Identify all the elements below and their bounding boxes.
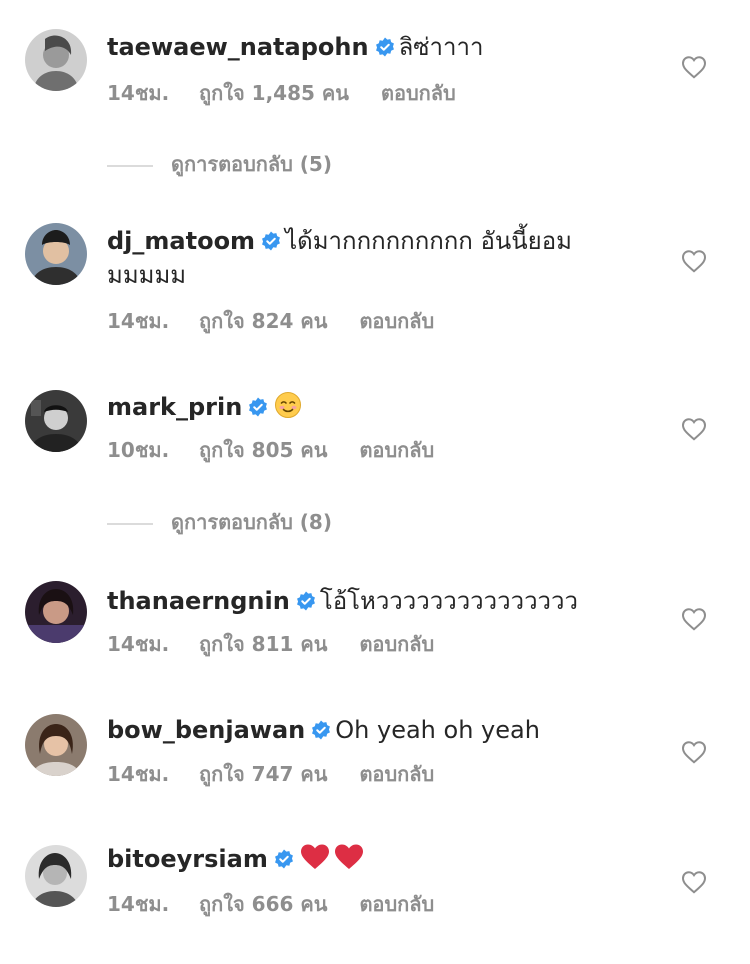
heart-outline-icon[interactable]: [681, 249, 707, 273]
likes-count[interactable]: ถูกใจ 666 คน: [199, 891, 327, 917]
comment-text: Oh yeah oh yeah: [335, 716, 540, 744]
heart-outline-icon[interactable]: [681, 740, 707, 764]
smiling-face-emoji: [274, 391, 302, 419]
avatar[interactable]: [25, 581, 87, 643]
comment-time[interactable]: 14ชม.: [107, 891, 199, 917]
reply-button[interactable]: ตอบกลับ: [359, 308, 434, 334]
comment-time[interactable]: 14ชม.: [107, 761, 199, 787]
verified-badge-icon: [375, 37, 395, 57]
avatar[interactable]: [25, 29, 87, 91]
likes-count[interactable]: ถูกใจ 805 คน: [199, 437, 327, 463]
comment-text-continued: มมมมม: [107, 261, 187, 289]
avatar[interactable]: [25, 223, 87, 285]
reply-button[interactable]: ตอบกลับ: [359, 437, 434, 463]
username[interactable]: taewaew_natapohn: [107, 33, 369, 61]
reply-button[interactable]: ตอบกลับ: [359, 761, 434, 787]
comment-text: ได้มากกกกกกกกก อันนี้ยอม: [285, 227, 572, 255]
username[interactable]: mark_prin: [107, 393, 242, 421]
username[interactable]: thanaerngnin: [107, 587, 290, 615]
two-red-hearts-emoji: [300, 843, 364, 871]
likes-count[interactable]: ถูกใจ 824 คน: [199, 308, 327, 334]
divider: [107, 522, 153, 525]
username[interactable]: dj_matoom: [107, 227, 255, 255]
heart-outline-icon[interactable]: [681, 607, 707, 631]
comment-text: ลิซ่าาาา: [398, 33, 484, 61]
view-replies-button[interactable]: ดูการตอบกลับ (8): [107, 509, 332, 535]
comment-time[interactable]: 14ชม.: [107, 308, 199, 334]
verified-badge-icon: [311, 720, 331, 740]
heart-outline-icon[interactable]: [681, 55, 707, 79]
username[interactable]: bow_benjawan: [107, 716, 305, 744]
verified-badge-icon: [261, 231, 281, 251]
view-replies-label: ดูการตอบกลับ (8): [171, 510, 332, 534]
verified-badge-icon: [274, 849, 294, 869]
heart-outline-icon[interactable]: [681, 870, 707, 894]
avatar[interactable]: [25, 390, 87, 452]
comment-time[interactable]: 10ชม.: [107, 437, 199, 463]
verified-badge-icon: [296, 591, 316, 611]
reply-button[interactable]: ตอบกลับ: [381, 80, 456, 106]
reply-button[interactable]: ตอบกลับ: [359, 631, 434, 657]
comment-time[interactable]: 14ชม.: [107, 631, 199, 657]
view-replies-button[interactable]: ดูการตอบกลับ (5): [107, 151, 332, 177]
avatar[interactable]: [25, 714, 87, 776]
likes-count[interactable]: ถูกใจ 1,485 คน: [199, 80, 349, 106]
username[interactable]: bitoeyrsiam: [107, 845, 268, 873]
reply-button[interactable]: ตอบกลับ: [359, 891, 434, 917]
comment-text: โอ้โหววววววววววววววว: [319, 587, 578, 615]
divider: [107, 164, 153, 167]
verified-badge-icon: [248, 397, 268, 417]
view-replies-label: ดูการตอบกลับ (5): [171, 152, 332, 176]
likes-count[interactable]: ถูกใจ 811 คน: [199, 631, 327, 657]
avatar[interactable]: [25, 845, 87, 907]
likes-count[interactable]: ถูกใจ 747 คน: [199, 761, 327, 787]
comment-time[interactable]: 14ชม.: [107, 80, 199, 106]
heart-outline-icon[interactable]: [681, 417, 707, 441]
